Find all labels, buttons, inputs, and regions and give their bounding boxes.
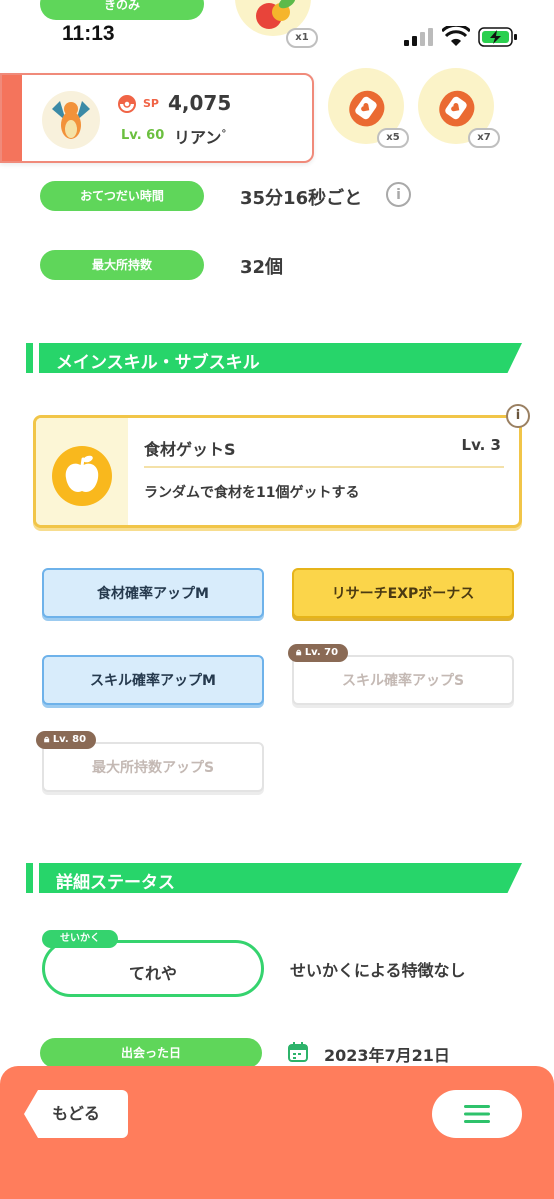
details-section-header: 詳細ステータス	[26, 863, 522, 893]
section-title: メインスキル・サブスキル	[56, 353, 260, 373]
berry-label: きのみ	[103, 0, 140, 12]
ingredient-count-badge: x5	[377, 128, 409, 148]
section-title: 詳細ステータス	[56, 873, 175, 893]
sub-skill-button[interactable]: スキル確率アップM	[42, 655, 264, 705]
wifi-icon	[440, 23, 472, 48]
status-time: 11:13	[62, 22, 115, 45]
card-accent	[2, 75, 22, 161]
sp-label: SP	[143, 97, 159, 110]
info-icon[interactable]: i	[386, 182, 411, 207]
lock-level-badge: 🔒︎ Lv. 80	[36, 731, 97, 749]
nature-effect: せいかくによる特徴なし	[290, 961, 466, 980]
main-skill-card[interactable]: 食材ゲットS Lv. 3 ランダムで食材を11個ゲットする	[33, 415, 522, 528]
sub-skill-button[interactable]: 食材確率アップM	[42, 568, 264, 618]
help-time-label: おてつだい時間	[40, 181, 204, 211]
main-skill-level: Lv. 3	[461, 436, 501, 454]
nature-tag: せいかく	[42, 930, 118, 948]
apple-icon	[52, 446, 112, 506]
lock-icon: 🔒︎	[44, 734, 50, 745]
pokemon-card[interactable]: SP 4,075 Lv. 60 リアン°	[0, 73, 314, 163]
cellular-icon	[404, 28, 434, 46]
max-carry-value: 32個	[240, 257, 284, 278]
pokemon-level: Lv. 60	[121, 128, 165, 143]
berry-label-pill: きのみ	[40, 0, 204, 20]
pokeball-icon	[118, 95, 136, 113]
info-icon[interactable]: i	[506, 404, 530, 428]
lock-icon: 🔒︎	[296, 647, 302, 658]
main-skill-name: 食材ゲットS	[144, 440, 236, 459]
battery-icon	[478, 27, 518, 47]
lock-level-badge: 🔒︎ Lv. 70	[288, 644, 349, 662]
calendar-icon	[287, 1041, 309, 1063]
pokemon-name: リアン°	[174, 128, 227, 147]
nature-box[interactable]: てれや	[42, 940, 264, 997]
max-carry-label: 最大所持数	[40, 250, 204, 280]
berry-count-badge: x1	[286, 28, 318, 48]
sub-skill-button[interactable]: リサーチEXPボーナス	[292, 568, 514, 618]
sub-skill-button-locked[interactable]: スキル確率アップS	[292, 655, 514, 705]
menu-button[interactable]	[432, 1090, 522, 1138]
ingredient-count-badge: x7	[468, 128, 500, 148]
skills-section-header: メインスキル・サブスキル	[26, 343, 522, 373]
sub-skill-button-locked[interactable]: 最大所持数アップS	[42, 742, 264, 792]
pokemon-avatar	[42, 91, 100, 149]
met-date-label: 出会った日	[40, 1038, 262, 1068]
sp-value: 4,075	[168, 91, 232, 115]
help-time-value: 35分16秒ごと	[240, 188, 363, 209]
skill-divider	[144, 466, 504, 468]
back-button[interactable]: もどる	[24, 1090, 128, 1138]
main-skill-description: ランダムで食材を11個ゲットする	[144, 485, 360, 501]
met-date-value: 2023年7月21日	[324, 1046, 450, 1065]
nature-value: てれや	[128, 964, 177, 983]
hamburger-icon	[464, 1105, 490, 1123]
